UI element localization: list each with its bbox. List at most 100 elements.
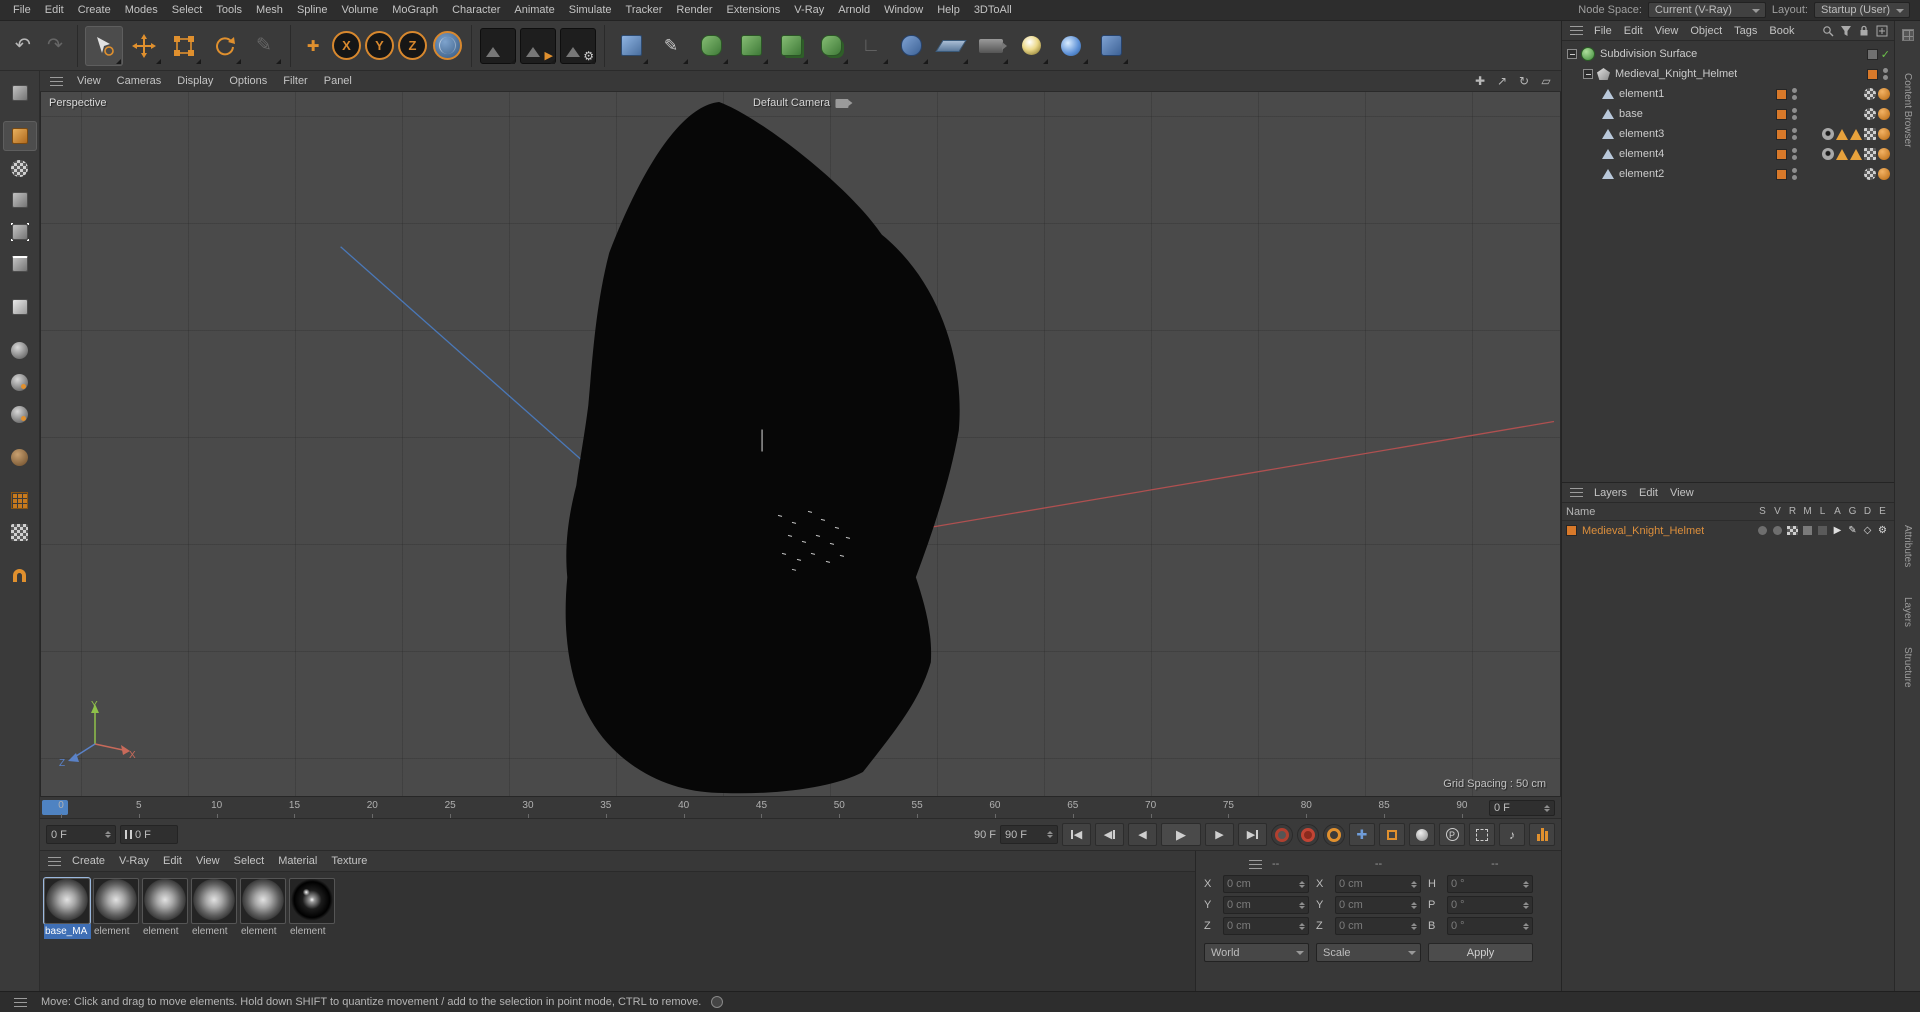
menubar-item[interactable]: V-Ray	[787, 1, 831, 19]
panel-menu-icon[interactable]	[1249, 859, 1262, 869]
spinner-icon[interactable]	[1523, 920, 1529, 933]
spinner-icon[interactable]	[1047, 828, 1053, 841]
spinner-icon[interactable]	[1523, 878, 1529, 891]
polygons-mode-button[interactable]	[3, 292, 37, 322]
object-row[interactable]: element3	[1562, 124, 1894, 144]
spinner-icon[interactable]	[1411, 920, 1417, 933]
layers-menu-item[interactable]: Edit	[1633, 485, 1664, 501]
object-row[interactable]: Subdivision Surface ✓	[1562, 44, 1894, 64]
tag-icon[interactable]	[1850, 148, 1862, 160]
move-tool[interactable]	[125, 26, 163, 66]
material-menu-item[interactable]: Edit	[156, 852, 189, 870]
material-menu-item[interactable]: Create	[65, 852, 112, 870]
viewport-menu-item[interactable]: Filter	[275, 73, 315, 89]
spinner-icon[interactable]	[1411, 899, 1417, 912]
menubar-item[interactable]: Create	[71, 1, 118, 19]
object-manager-menu-item[interactable]: Book	[1763, 23, 1800, 39]
tag-icon[interactable]	[1836, 148, 1848, 160]
floor-menu[interactable]	[932, 26, 970, 66]
material-thumbnail[interactable]	[43, 877, 91, 925]
layout-select[interactable]: Startup (User)	[1814, 2, 1910, 18]
make-editable-button[interactable]	[3, 78, 37, 108]
object-manager-menu-item[interactable]: Tags	[1728, 23, 1763, 39]
camera-menu[interactable]	[972, 26, 1010, 66]
material-item[interactable]: element	[93, 878, 140, 939]
texture-mode-button[interactable]	[3, 153, 37, 183]
record-position-toggle[interactable]: ✚	[1349, 823, 1375, 846]
menubar-item[interactable]: Spline	[290, 1, 335, 19]
menubar-item[interactable]: Window	[877, 1, 930, 19]
object-manager-menu-item[interactable]: View	[1649, 23, 1685, 39]
menubar-item[interactable]: 3DToAll	[967, 1, 1019, 19]
filter-icon[interactable]	[1839, 24, 1852, 37]
panel-menu-icon[interactable]	[50, 76, 63, 86]
uv-mode-button[interactable]	[3, 185, 37, 215]
expand-toggle-icon[interactable]	[1567, 49, 1577, 59]
last-used-tool[interactable]: ✎	[245, 26, 283, 66]
menubar-item[interactable]: Tools	[209, 1, 249, 19]
layer-color-chip[interactable]	[1566, 525, 1577, 536]
undo-icon[interactable]: ↶	[8, 26, 38, 66]
record-keyframe-button[interactable]	[1271, 823, 1293, 846]
material-menu-item[interactable]: V-Ray	[112, 852, 156, 870]
tag-icon[interactable]	[1822, 128, 1834, 140]
live-selection-tool[interactable]	[85, 25, 123, 66]
physical-sky-menu[interactable]	[1092, 26, 1130, 66]
menubar-item[interactable]: Simulate	[562, 1, 619, 19]
rotate-tool[interactable]	[205, 26, 243, 66]
edges-mode-button[interactable]	[3, 249, 37, 279]
cube-primitive-menu[interactable]	[612, 26, 650, 66]
viewport-solo-single-button[interactable]	[3, 367, 37, 397]
view-label[interactable]: Perspective	[49, 97, 106, 109]
layer-chip[interactable]	[1776, 108, 1787, 120]
material-item[interactable]: base_MA	[43, 877, 91, 939]
material-menu-item[interactable]: Texture	[324, 852, 374, 870]
position-field[interactable]: 0 cm	[1223, 917, 1309, 935]
material-item[interactable]: element	[142, 878, 189, 939]
generators-menu[interactable]	[732, 26, 770, 66]
menubar-item[interactable]: Extensions	[719, 1, 787, 19]
snap-toggle-button[interactable]	[3, 560, 37, 590]
layers-menu-item[interactable]: Layers	[1588, 485, 1633, 501]
paint-tool-button[interactable]	[3, 442, 37, 472]
material-thumbnail[interactable]	[289, 878, 335, 924]
spinner-icon[interactable]	[1299, 920, 1305, 933]
points-mode-button[interactable]	[3, 217, 37, 247]
sound-toggle[interactable]: ♪	[1499, 823, 1525, 846]
viewport-menu-item[interactable]: Panel	[316, 73, 360, 89]
material-menu-item[interactable]: Select	[227, 852, 272, 870]
axis-lock-button[interactable]: X	[332, 31, 361, 60]
menubar-item[interactable]: Help	[930, 1, 967, 19]
visibility-dots-icon[interactable]	[1792, 88, 1797, 100]
previous-frame-button[interactable]: ◀	[1128, 823, 1157, 846]
menubar-item[interactable]: Character	[445, 1, 507, 19]
spinner-icon[interactable]	[1523, 899, 1529, 912]
viewport-canvas[interactable]: Perspective Default Camera Grid Spacing …	[40, 92, 1561, 797]
start-frame-field[interactable]: 0 F	[46, 825, 116, 844]
coordinate-space-select[interactable]: World	[1204, 943, 1309, 962]
position-field[interactable]: 0 cm	[1223, 896, 1309, 914]
layer-chip[interactable]	[1776, 128, 1787, 140]
spinner-icon[interactable]	[1299, 878, 1305, 891]
redo-icon[interactable]: ↷	[40, 26, 70, 66]
layer-row[interactable]: Medieval_Knight_Helmet ▶ ✎ ◇ ⚙	[1562, 521, 1894, 540]
object-manager-menu-item[interactable]: Object	[1684, 23, 1728, 39]
workplane-lock-button[interactable]	[3, 517, 37, 547]
visibility-dots-icon[interactable]	[1792, 148, 1797, 160]
snap-grid-button[interactable]	[3, 485, 37, 515]
expand-toggle-icon[interactable]	[1583, 69, 1593, 79]
menubar-item[interactable]: Render	[669, 1, 719, 19]
visibility-dots-icon[interactable]	[1792, 168, 1797, 180]
pan-view-icon[interactable]: ✚	[1471, 73, 1489, 89]
menubar-item[interactable]: Tracker	[619, 1, 670, 19]
previous-key-button[interactable]: ◀	[1095, 823, 1124, 846]
tab-attributes[interactable]: Attributes	[1895, 521, 1920, 571]
ruler-frame-field[interactable]: 0 F	[1489, 800, 1555, 816]
tag-icon[interactable]	[1864, 148, 1876, 160]
viewport-menu-item[interactable]: Options	[221, 73, 275, 89]
layer-animation-toggle[interactable]: ▶	[1830, 525, 1845, 536]
enabled-check-icon[interactable]: ✓	[1881, 48, 1890, 61]
menubar-item[interactable]: Mesh	[249, 1, 290, 19]
material-thumbnail[interactable]	[240, 878, 286, 924]
menubar-item[interactable]: Volume	[335, 1, 386, 19]
